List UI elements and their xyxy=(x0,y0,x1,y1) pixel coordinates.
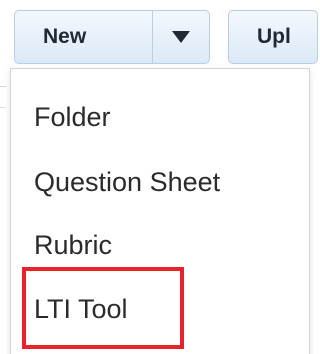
upload-button[interactable]: Upl xyxy=(228,10,318,64)
menu-item-rubric[interactable]: Rubric xyxy=(34,232,112,259)
new-menu-screen: New Upl Folder Question Sheet Rubric LTI… xyxy=(0,0,318,354)
menu-item-question-sheet[interactable]: Question Sheet xyxy=(34,169,220,196)
background-divider xyxy=(0,107,6,108)
new-split-button: New xyxy=(14,10,210,64)
background-divider xyxy=(0,86,6,87)
menu-item-folder[interactable]: Folder xyxy=(34,104,111,131)
toolbar: New Upl xyxy=(0,0,318,68)
new-dropdown-toggle[interactable] xyxy=(153,11,209,63)
caret-down-icon xyxy=(172,31,190,43)
highlight-box xyxy=(22,267,184,349)
new-button[interactable]: New xyxy=(15,11,152,63)
